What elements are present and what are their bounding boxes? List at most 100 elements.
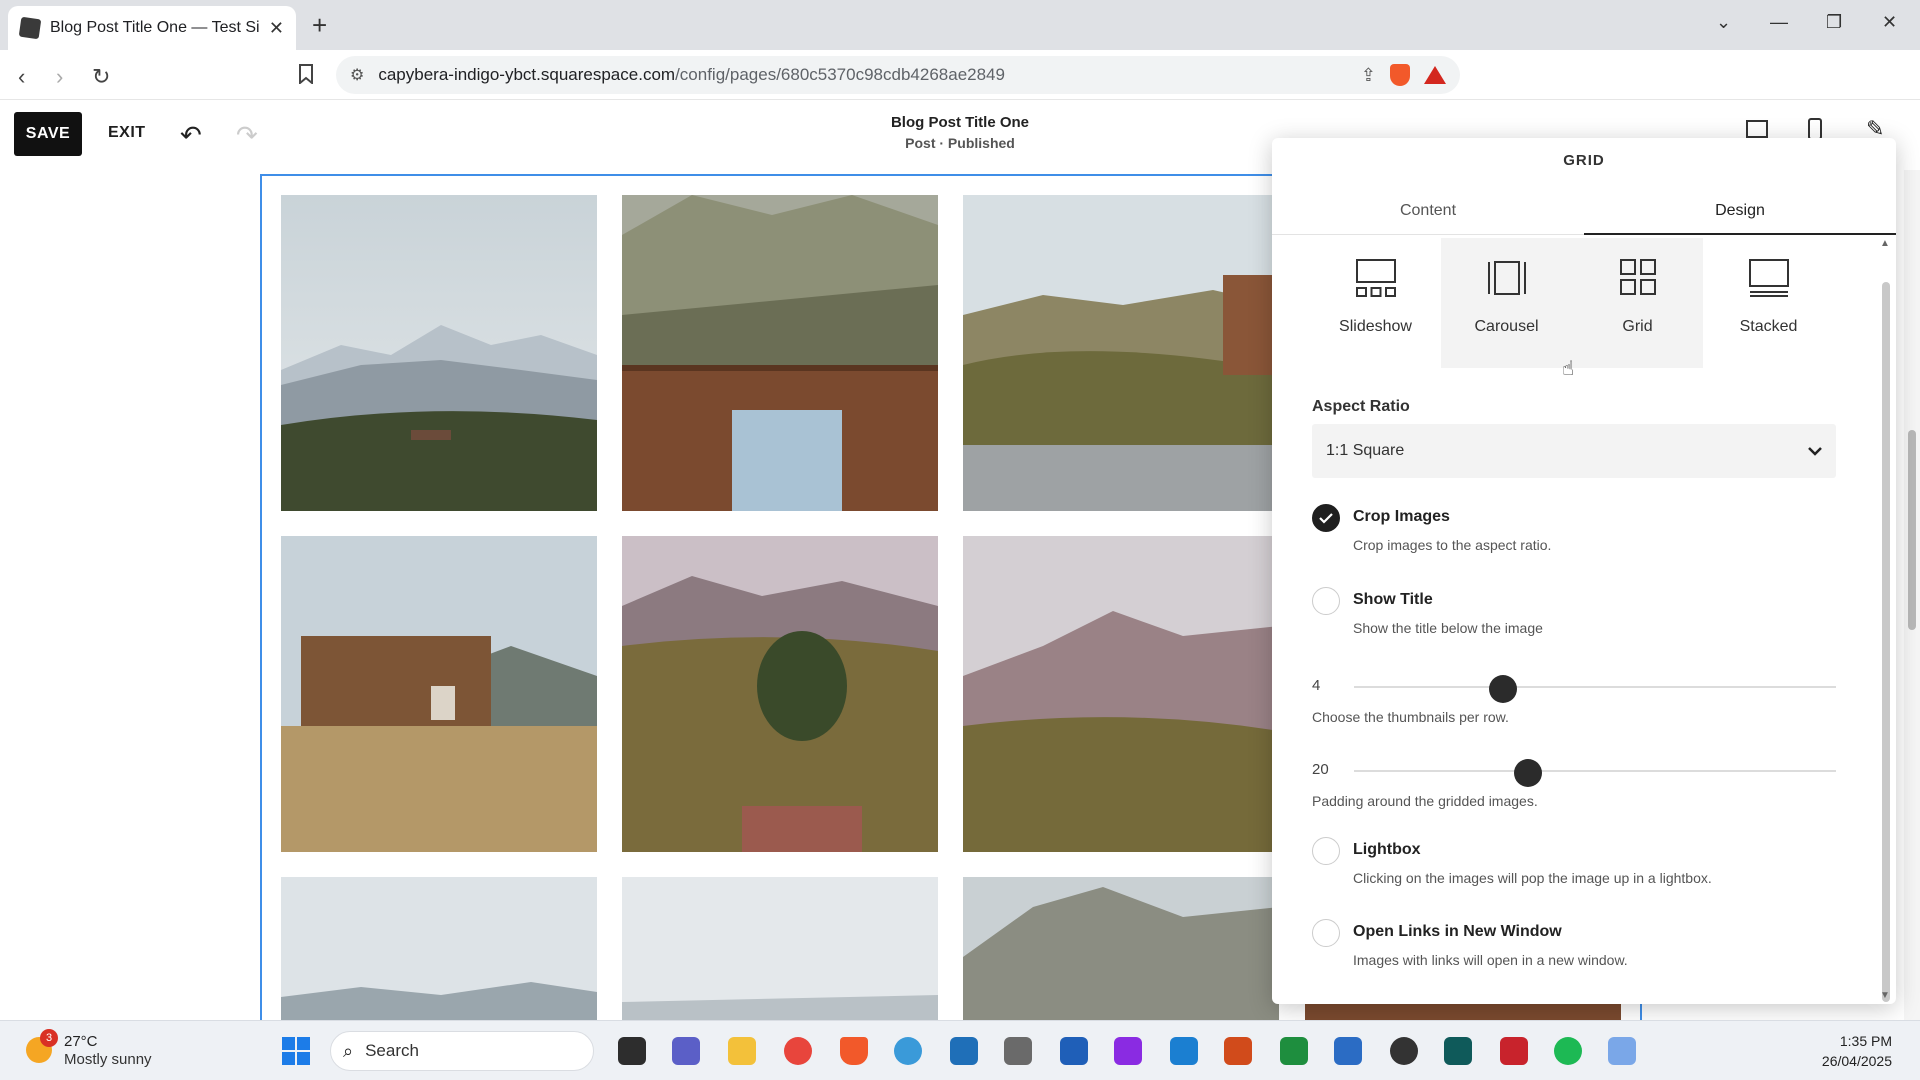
minimize-icon[interactable]: — bbox=[1770, 12, 1788, 33]
browser-tab[interactable]: Blog Post Title One — Test Site ✕ bbox=[8, 6, 296, 50]
show-title-checkbox[interactable] bbox=[1312, 587, 1340, 615]
omnibox[interactable]: ⚙ capybera-indigo-ybct.squarespace.com/c… bbox=[336, 56, 1460, 94]
slider-value: 20 bbox=[1312, 761, 1329, 778]
word-docs-icon[interactable] bbox=[1060, 1037, 1088, 1065]
mobile-view-icon[interactable] bbox=[1808, 118, 1822, 140]
option-desc: Images with links will open in a new win… bbox=[1353, 952, 1628, 968]
gallery-image[interactable] bbox=[1305, 1003, 1621, 1020]
pycharm-icon[interactable] bbox=[1444, 1037, 1472, 1065]
open-links-checkbox[interactable] bbox=[1312, 919, 1340, 947]
start-windows-icon[interactable] bbox=[282, 1037, 310, 1065]
slider-track[interactable] bbox=[1354, 770, 1836, 772]
page-status: Post · Published bbox=[905, 135, 1015, 151]
file-explorer-icon[interactable] bbox=[728, 1037, 756, 1065]
gallery-image[interactable] bbox=[963, 877, 1279, 1020]
url-host: capybera-indigo-ybct.squarespace.com bbox=[378, 65, 676, 84]
app-se-icon[interactable] bbox=[1500, 1037, 1528, 1065]
padding-slider[interactable]: 20 Padding around the gridded images. bbox=[1312, 759, 1836, 819]
layout-label: Grid bbox=[1622, 318, 1653, 335]
option-desc: Clicking on the images will pop the imag… bbox=[1353, 870, 1712, 886]
address-toolbar: ‹ › ↻ ⚙ capybera-indigo-ybct.squarespace… bbox=[0, 50, 1920, 136]
tab-search-chevron-icon[interactable]: ⌄ bbox=[1716, 12, 1731, 33]
scroll-down-icon[interactable]: ▼ bbox=[1880, 990, 1890, 1001]
gallery-image[interactable] bbox=[281, 877, 597, 1020]
close-window-icon[interactable]: ✕ bbox=[1882, 12, 1897, 33]
affinity-photo-icon[interactable] bbox=[1114, 1037, 1142, 1065]
new-tab-icon[interactable]: + bbox=[312, 10, 327, 41]
notepad-icon[interactable] bbox=[950, 1037, 978, 1065]
thumbnails-per-row-slider[interactable]: 4 Choose the thumbnails per row. bbox=[1312, 675, 1836, 735]
undo-icon[interactable]: ↶ bbox=[180, 120, 202, 151]
affinity-designer-icon[interactable] bbox=[1170, 1037, 1198, 1065]
bookmark-icon[interactable] bbox=[298, 64, 314, 84]
gallery-image[interactable] bbox=[622, 195, 938, 511]
aspect-ratio-select[interactable]: 1:1 Square bbox=[1312, 424, 1836, 478]
close-tab-icon[interactable]: ✕ bbox=[269, 18, 284, 39]
slider-handle[interactable] bbox=[1489, 675, 1518, 703]
browser-tab-bar: Blog Post Title One — Test Site ✕ + ⌄ — … bbox=[0, 0, 1920, 50]
tab-design[interactable]: Design bbox=[1584, 188, 1896, 235]
restore-icon[interactable]: ❐ bbox=[1826, 12, 1842, 33]
exit-button[interactable]: EXIT bbox=[108, 124, 146, 142]
gallery-image[interactable] bbox=[281, 536, 597, 852]
slider-handle[interactable] bbox=[1513, 759, 1542, 787]
clock-date: 26/04/2025 bbox=[1821, 1053, 1892, 1069]
gallery-image[interactable] bbox=[281, 195, 597, 511]
taskbar-search[interactable]: ⌕ Search bbox=[330, 1031, 594, 1071]
chrome-icon[interactable] bbox=[784, 1037, 812, 1065]
aspect-ratio-value: 1:1 Square bbox=[1326, 442, 1405, 459]
forward-icon[interactable]: › bbox=[56, 64, 63, 90]
sheets-icon[interactable] bbox=[1280, 1037, 1308, 1065]
weather-temp: 27°C bbox=[64, 1033, 98, 1050]
slider-desc: Padding around the gridded images. bbox=[1312, 793, 1538, 809]
slider-track[interactable] bbox=[1354, 686, 1836, 688]
gallery-image[interactable] bbox=[963, 195, 1279, 511]
task-view-icon[interactable] bbox=[618, 1037, 646, 1065]
docs-icon[interactable] bbox=[1334, 1037, 1362, 1065]
layout-grid[interactable]: Grid bbox=[1572, 238, 1703, 368]
panel-scrollbar[interactable]: ▲ ▼ bbox=[1878, 234, 1892, 1004]
vpn-check-icon[interactable] bbox=[1608, 1037, 1636, 1065]
share-icon[interactable]: ⇪ bbox=[1361, 65, 1376, 86]
brave-rewards-icon[interactable] bbox=[1424, 66, 1446, 84]
url-path: /config/pages/680c5370c98cdb4268ae2849 bbox=[675, 65, 1005, 84]
layout-slideshow[interactable]: Slideshow bbox=[1310, 238, 1441, 368]
spotify-icon[interactable] bbox=[1554, 1037, 1582, 1065]
document-title-block: Blog Post Title One Post · Published bbox=[860, 114, 1060, 151]
obs-icon[interactable] bbox=[1390, 1037, 1418, 1065]
back-icon[interactable]: ‹ bbox=[18, 64, 25, 90]
system-clock[interactable]: 1:35 PM 26/04/2025 bbox=[1822, 1031, 1892, 1071]
brave-shield-icon[interactable] bbox=[1390, 64, 1410, 86]
tab-content[interactable]: Content bbox=[1272, 188, 1584, 235]
grid-icon bbox=[1617, 258, 1659, 298]
layout-carousel[interactable]: Carousel bbox=[1441, 238, 1572, 368]
gallery-image[interactable] bbox=[622, 536, 938, 852]
option-desc: Show the title below the image bbox=[1353, 620, 1543, 636]
save-button[interactable]: SAVE bbox=[14, 112, 82, 156]
scroll-up-icon[interactable]: ▲ bbox=[1880, 238, 1890, 249]
option-name: Show Title bbox=[1353, 591, 1433, 608]
grid-settings-panel: GRID Content Design Slideshow Carousel G… bbox=[1272, 138, 1896, 1004]
layout-label: Slideshow bbox=[1339, 318, 1412, 335]
brave-icon[interactable] bbox=[840, 1037, 868, 1065]
site-favicon-icon bbox=[18, 16, 42, 40]
affinity-publisher-icon[interactable] bbox=[1224, 1037, 1252, 1065]
stacked-icon bbox=[1748, 258, 1790, 298]
teams-icon[interactable] bbox=[672, 1037, 700, 1065]
calculator-icon[interactable] bbox=[1004, 1037, 1032, 1065]
reload-icon[interactable]: ↻ bbox=[92, 64, 110, 90]
slider-value: 4 bbox=[1312, 677, 1321, 694]
gallery-image[interactable] bbox=[963, 536, 1279, 852]
gallery-image[interactable] bbox=[622, 877, 938, 1020]
edge-icon[interactable] bbox=[894, 1037, 922, 1065]
layout-stacked[interactable]: Stacked bbox=[1703, 238, 1834, 368]
desktop-view-icon[interactable] bbox=[1746, 120, 1768, 138]
page-scrollbar[interactable] bbox=[1904, 170, 1920, 1020]
option-name: Lightbox bbox=[1353, 841, 1421, 858]
crop-images-checkbox[interactable] bbox=[1312, 504, 1340, 532]
panel-heading: GRID bbox=[1563, 152, 1605, 169]
layout-label: Stacked bbox=[1739, 318, 1798, 335]
redo-icon[interactable]: ↷ bbox=[236, 120, 258, 151]
lightbox-checkbox[interactable] bbox=[1312, 837, 1340, 865]
site-settings-icon[interactable]: ⚙ bbox=[350, 65, 364, 85]
